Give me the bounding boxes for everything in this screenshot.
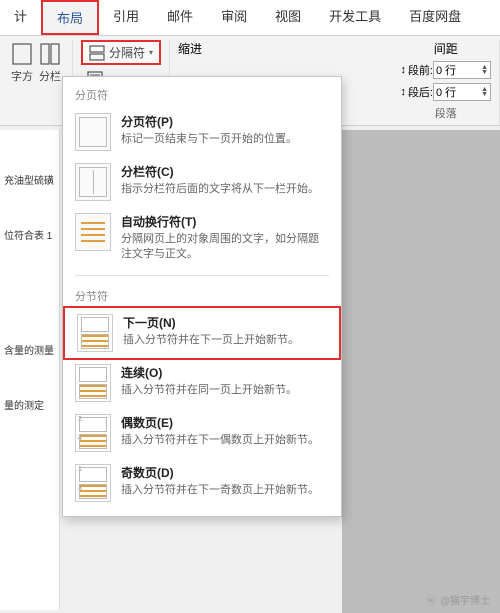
menu-item-odd-page[interactable]: 13 奇数页(D) 插入分节符并在下一奇数页上开始新节。 <box>63 458 341 508</box>
spinner-arrows-icon[interactable]: ▲▼ <box>481 65 488 75</box>
tab-devtools[interactable]: 开发工具 <box>315 0 395 35</box>
menu-item-continuous[interactable]: 连续(O) 插入分节符并在同一页上开始新节。 <box>63 358 341 408</box>
watermark: ⓦ @猫宇博士 <box>426 592 490 607</box>
menu-item-title: 奇数页(D) <box>121 464 329 481</box>
odd-page-icon: 13 <box>75 464 111 502</box>
menu-item-title: 分页符(P) <box>121 113 329 130</box>
menu-item-title: 偶数页(E) <box>121 414 329 431</box>
text-wrap-icon <box>75 213 111 251</box>
menu-section-sectionbreaks: 分节符 <box>63 282 341 308</box>
menu-item-next-page[interactable]: 下一页(N) 插入分节符并在下一页上开始新节。 <box>63 306 341 360</box>
spacing-after-icon: ↕ <box>400 86 406 98</box>
spacing-after-label: 段后: <box>408 84 433 100</box>
doc-text-line: 充油型硫磺 <box>4 172 55 187</box>
menu-item-text-wrap-break[interactable]: 自动换行符(T) 分隔网页上的对象周围的文字，如分隔题注文字与正文。 <box>63 207 341 269</box>
menu-item-desc: 插入分节符并在同一页上开始新节。 <box>121 383 329 398</box>
doc-text-line: 量的测定 <box>4 397 55 412</box>
spacing-before-icon: ↕ <box>400 64 406 76</box>
menu-item-even-page[interactable]: 24 偶数页(E) 插入分节符并在下一偶数页上开始新节。 <box>63 408 341 458</box>
column-break-icon <box>75 163 111 201</box>
breaks-dropdown-menu: 分页符 分页符(P) 标记一页结束与下一页开始的位置。 分栏符(C) 指示分栏符… <box>62 76 342 517</box>
page-break-icon <box>75 113 111 151</box>
spacing-before-label: 段前: <box>408 62 433 78</box>
menu-item-desc: 指示分栏符后面的文字将从下一栏开始。 <box>121 182 329 197</box>
text-direction-label: 字方 <box>11 68 33 84</box>
doc-text-line: 位符合表 1 <box>4 227 55 242</box>
ribbon-tabs: 计 布局 引用 邮件 审阅 视图 开发工具 百度网盘 <box>0 0 500 36</box>
menu-separator <box>75 275 329 276</box>
tab-references[interactable]: 引用 <box>99 0 153 35</box>
menu-item-desc: 标记一页结束与下一页开始的位置。 <box>121 132 329 147</box>
spacing-before-value: 0 行 <box>436 62 456 78</box>
document-background <box>342 130 500 613</box>
breaks-button[interactable]: 分隔符 ▾ <box>81 40 161 65</box>
menu-item-desc: 插入分节符并在下一偶数页上开始新节。 <box>121 433 329 448</box>
menu-item-desc: 分隔网页上的对象周围的文字，如分隔题注文字与正文。 <box>121 232 329 263</box>
spacing-after-value: 0 行 <box>436 84 456 100</box>
menu-item-title: 分栏符(C) <box>121 163 329 180</box>
breaks-label: 分隔符 <box>109 44 145 61</box>
columns-label: 分栏 <box>39 68 61 84</box>
menu-section-pagebreaks: 分页符 <box>63 81 341 107</box>
tab-layout[interactable]: 布局 <box>41 0 99 35</box>
next-page-icon <box>77 314 113 352</box>
chevron-down-icon: ▾ <box>149 48 153 57</box>
indent-heading: 缩进 <box>178 40 202 57</box>
weibo-icon: ⓦ <box>426 592 436 607</box>
spacing-heading: 间距 <box>400 40 491 57</box>
menu-item-page-break[interactable]: 分页符(P) 标记一页结束与下一页开始的位置。 <box>63 107 341 157</box>
menu-item-title: 自动换行符(T) <box>121 213 329 230</box>
doc-text-line: 含量的测量 <box>4 342 55 357</box>
menu-item-title: 下一页(N) <box>123 314 327 331</box>
menu-item-desc: 插入分节符并在下一页上开始新节。 <box>123 333 327 348</box>
menu-item-desc: 插入分节符并在下一奇数页上开始新节。 <box>121 483 329 498</box>
tab-mailings[interactable]: 邮件 <box>153 0 207 35</box>
menu-item-column-break[interactable]: 分栏符(C) 指示分栏符后面的文字将从下一栏开始。 <box>63 157 341 207</box>
watermark-text: @猫宇博士 <box>440 592 490 607</box>
even-page-icon: 24 <box>75 414 111 452</box>
columns-button[interactable]: 分栏 <box>36 40 64 86</box>
tab-baidu[interactable]: 百度网盘 <box>395 0 475 35</box>
tab-review[interactable]: 审阅 <box>207 0 261 35</box>
spinner-arrows-icon[interactable]: ▲▼ <box>481 87 488 97</box>
paragraph-group-label: 段落 <box>435 105 457 121</box>
continuous-icon <box>75 364 111 402</box>
spacing-after-spinner[interactable]: 0 行 ▲▼ <box>433 83 491 101</box>
menu-item-title: 连续(O) <box>121 364 329 381</box>
tab-view[interactable]: 视图 <box>261 0 315 35</box>
text-direction-button[interactable]: 字方 <box>8 40 36 86</box>
spacing-before-spinner[interactable]: 0 行 ▲▼ <box>433 61 491 79</box>
document-area[interactable]: 充油型硫磺 位符合表 1 含量的测量 量的测定 <box>0 130 60 610</box>
tab-design[interactable]: 计 <box>0 0 41 35</box>
